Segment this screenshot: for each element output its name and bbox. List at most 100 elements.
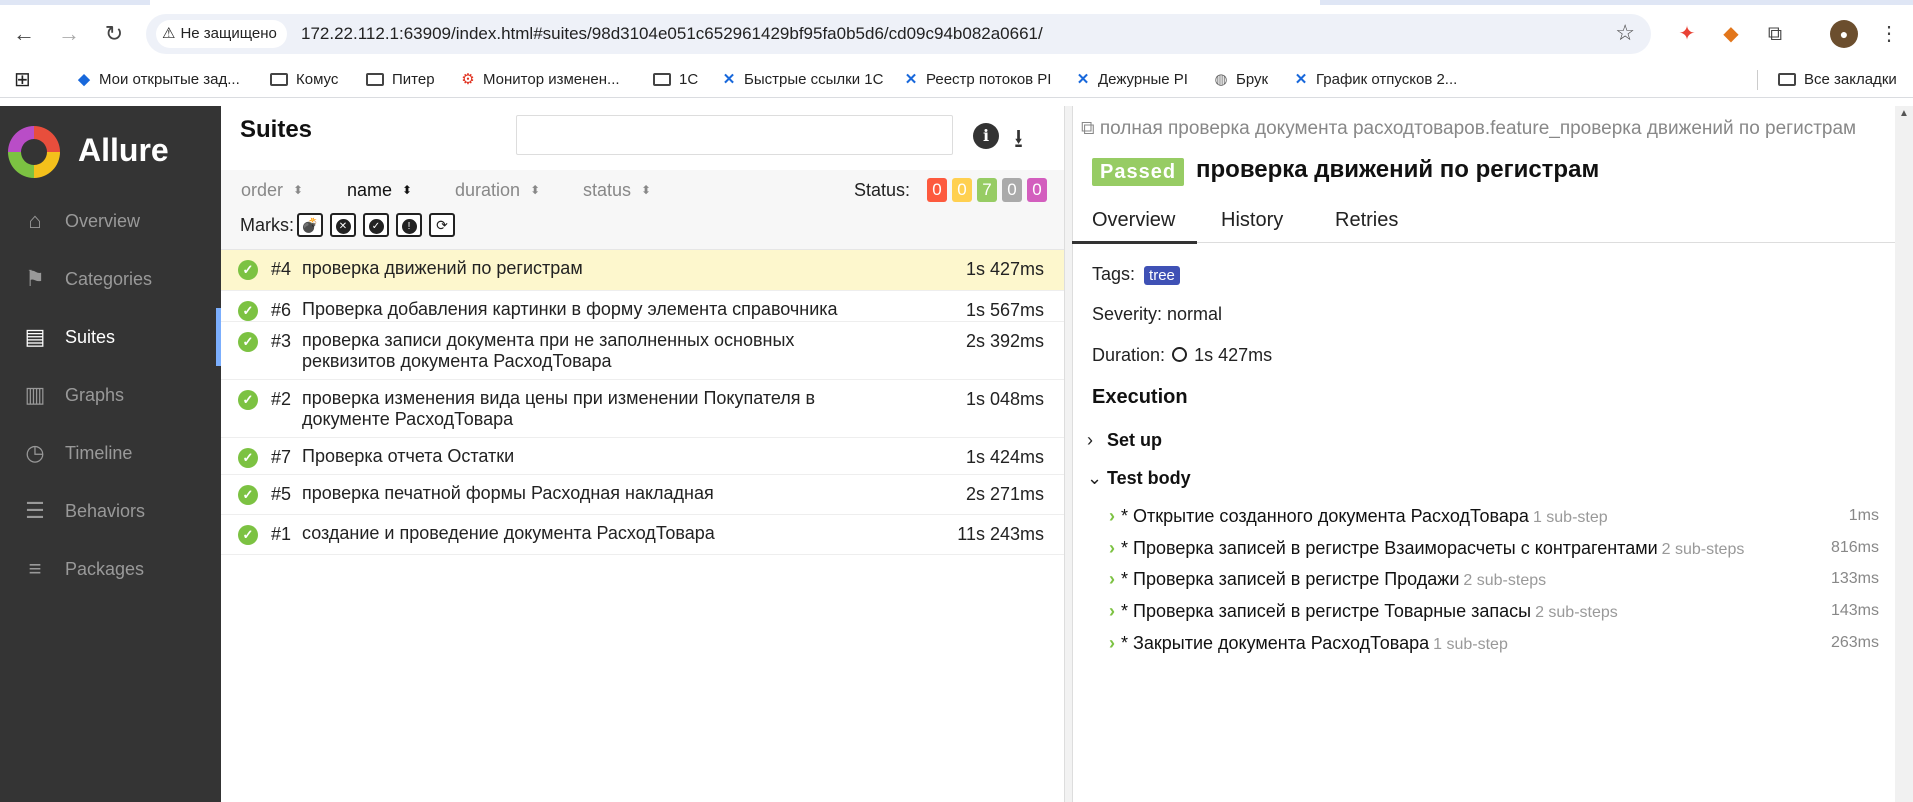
home-icon: ⌂ xyxy=(28,208,42,233)
sidebar-item-timeline[interactable]: ◷ Timeline xyxy=(0,424,221,482)
test-order: #6 xyxy=(271,300,292,320)
tab-retries[interactable]: Retries xyxy=(1335,198,1398,243)
sort-order[interactable]: order ⬍ xyxy=(241,180,303,201)
profile-avatar[interactable]: ● xyxy=(1830,20,1858,48)
menu-kebab-icon[interactable]: ⋮ xyxy=(1875,20,1903,48)
sidebar-item-categories[interactable]: ⚑ Categories xyxy=(0,250,221,308)
sort-duration[interactable]: duration ⬍ xyxy=(455,180,540,201)
bookmark-item[interactable]: Комус xyxy=(270,62,338,98)
allure-logo[interactable] xyxy=(8,126,60,178)
status-failed-count[interactable]: 0 xyxy=(927,178,947,202)
info-icon[interactable]: i xyxy=(973,123,999,149)
status-passed-count[interactable]: 7 xyxy=(977,178,997,202)
passed-status-icon: ✓ xyxy=(238,390,258,410)
bookmark-item[interactable]: Питер xyxy=(366,62,435,98)
bar-chart-icon: ▥ xyxy=(24,382,46,407)
detail-tabs: Overview History Retries xyxy=(1071,198,1895,244)
all-bookmarks[interactable]: Все закладки xyxy=(1778,62,1897,98)
test-duration: 11s 243ms xyxy=(957,524,1044,544)
test-duration: 1s 048ms xyxy=(965,389,1044,409)
table-row[interactable]: ✓ #1 создание и проведение документа Расхо… xyxy=(221,515,1064,555)
breadcrumb-text: полная проверка документа расходтоваров.… xyxy=(1099,118,1857,139)
jira-diamond-icon: ◆ xyxy=(78,71,90,88)
table-row[interactable]: ✓ #3 проверка записи документа при не запо… xyxy=(221,322,1064,380)
forward-icon[interactable]: → xyxy=(53,18,85,50)
download-icon[interactable]: ⭳ xyxy=(1014,120,1023,164)
table-row[interactable]: ✓ #4 проверка движений по регистрам 1s 427m… xyxy=(221,250,1064,291)
folder-icon xyxy=(1778,73,1796,86)
bookmark-item[interactable]: ⚙ Монитор изменен... xyxy=(459,62,619,98)
sidebar-item-graphs[interactable]: ▥ Graphs xyxy=(0,366,221,424)
bookmark-item[interactable]: ◆ Мои открытые зад... xyxy=(75,62,240,98)
test-duration: 2s 271ms xyxy=(965,484,1044,504)
new-passed-mark-icon[interactable]: ✓ xyxy=(363,213,389,237)
bookmark-item[interactable]: ◍ Брук xyxy=(1212,62,1268,98)
bookmark-label: Брук xyxy=(1236,71,1269,88)
copy-icon[interactable]: ⧉ xyxy=(1081,118,1100,139)
sidebar-item-packages[interactable]: ≡ Packages xyxy=(0,540,221,598)
table-row[interactable]: ✓ #6 Проверка добавления картинки в форму … xyxy=(221,291,1064,340)
search-input[interactable] xyxy=(516,115,953,155)
setup-group[interactable]: › Set up xyxy=(1087,430,1162,451)
scrollbar[interactable]: ▲ xyxy=(1895,106,1913,802)
status-broken-count[interactable]: 0 xyxy=(952,178,972,202)
sidebar: Allure ⌂ Overview ⚑ Categories ▤ Suites ▥ Gr… xyxy=(0,106,221,802)
security-chip[interactable]: ⚠ Не защищено xyxy=(156,20,287,48)
status-skipped-count[interactable]: 0 xyxy=(1002,178,1022,202)
retries-mark-icon[interactable]: ⟳ xyxy=(429,213,455,237)
test-body-group[interactable]: ⌄ Test body xyxy=(1087,468,1191,489)
bookmark-item[interactable]: ✕ Дежурные PI xyxy=(1074,62,1188,98)
scroll-up-icon[interactable]: ▲ xyxy=(1899,108,1909,119)
step-item[interactable]: › * Открытие созданного документа РасходТ… xyxy=(1109,506,1879,536)
step-item[interactable]: › * Проверка записей в регистре Продажи 2 … xyxy=(1109,569,1879,599)
bookmark-item[interactable]: ✕ Быстрые ссылки 1С xyxy=(720,62,884,98)
bookmark-star-icon[interactable]: ☆ xyxy=(1615,20,1635,46)
sidebar-item-overview[interactable]: ⌂ Overview xyxy=(0,192,221,250)
step-name: * Проверка записей в регистре Продажи xyxy=(1121,569,1460,589)
extension-icon[interactable]: ✦ xyxy=(1673,20,1701,48)
brand-name[interactable]: Allure xyxy=(78,132,169,169)
new-failed-mark-icon[interactable]: ✕ xyxy=(330,213,356,237)
table-row[interactable]: ✓ #2 проверка изменения вида цены при изме… xyxy=(221,380,1064,438)
bookmark-label: Питер xyxy=(392,71,435,88)
new-broken-mark-icon[interactable]: ! xyxy=(396,213,422,237)
reload-icon[interactable]: ↻ xyxy=(98,18,130,50)
active-tab[interactable] xyxy=(150,0,1320,5)
status-unknown-count[interactable]: 0 xyxy=(1027,178,1047,202)
duration-label: Duration: xyxy=(1092,345,1166,365)
extensions-puzzle-icon[interactable]: ⧉ xyxy=(1761,20,1789,48)
passed-status-icon: ✓ xyxy=(238,448,258,468)
bookmark-item[interactable]: ✕ График отпусков 2... xyxy=(1292,62,1458,98)
marks-label: Marks: xyxy=(240,215,294,235)
sort-name[interactable]: name ⬍ xyxy=(347,180,412,201)
folder-icon xyxy=(366,73,384,86)
sort-label: name xyxy=(347,180,393,200)
pane-splitter[interactable] xyxy=(1064,106,1073,802)
table-row[interactable]: ✓ #7 Проверка отчета Остатки 1s 424ms xyxy=(221,438,1064,475)
flaky-mark-icon[interactable]: 💣 xyxy=(297,213,323,237)
table-row[interactable]: ✓ #5 проверка печатной формы Расходная нак… xyxy=(221,475,1064,515)
tag-badge[interactable]: tree xyxy=(1144,266,1180,285)
sidebar-item-behaviors[interactable]: ☰ Behaviors xyxy=(0,482,221,540)
apps-grid-icon[interactable]: ⊞ xyxy=(14,62,31,98)
sidebar-item-suites[interactable]: ▤ Suites xyxy=(0,308,221,366)
test-name: проверка изменения вида цены при изменен… xyxy=(302,388,816,429)
address-bar[interactable]: ⚠ Не защищено 172.22.112.1:63909/index.ht… xyxy=(146,14,1651,54)
flag-icon: ⚑ xyxy=(25,266,45,291)
back-icon[interactable]: ← xyxy=(8,18,40,50)
bookmark-item[interactable]: 1С xyxy=(653,62,698,98)
metamask-icon[interactable]: ◆ xyxy=(1717,20,1745,48)
bookmark-item[interactable]: ✕ Реестр потоков PI xyxy=(902,62,1052,98)
test-duration: 2s 392ms xyxy=(965,331,1044,351)
step-item[interactable]: › * Проверка записей в регистре Взаиморас… xyxy=(1109,538,1879,568)
chevron-down-icon: ⌄ xyxy=(1087,468,1103,488)
test-name: Проверка отчета Остатки xyxy=(302,446,515,466)
tab-overview[interactable]: Overview xyxy=(1071,198,1198,244)
sort-status[interactable]: status ⬍ xyxy=(583,180,651,201)
bookmark-label: График отпусков 2... xyxy=(1316,71,1458,88)
breadcrumb[interactable]: ⧉ полная проверка документа расходтоваро… xyxy=(1081,118,1891,140)
url-text[interactable]: 172.22.112.1:63909/index.html#suites/98d… xyxy=(301,14,1043,54)
step-item[interactable]: › * Проверка записей в регистре Товарные … xyxy=(1109,601,1879,631)
tab-history[interactable]: History xyxy=(1221,198,1283,243)
step-item[interactable]: › * Закрытие документа РасходТовара 1 sub-… xyxy=(1109,633,1879,663)
